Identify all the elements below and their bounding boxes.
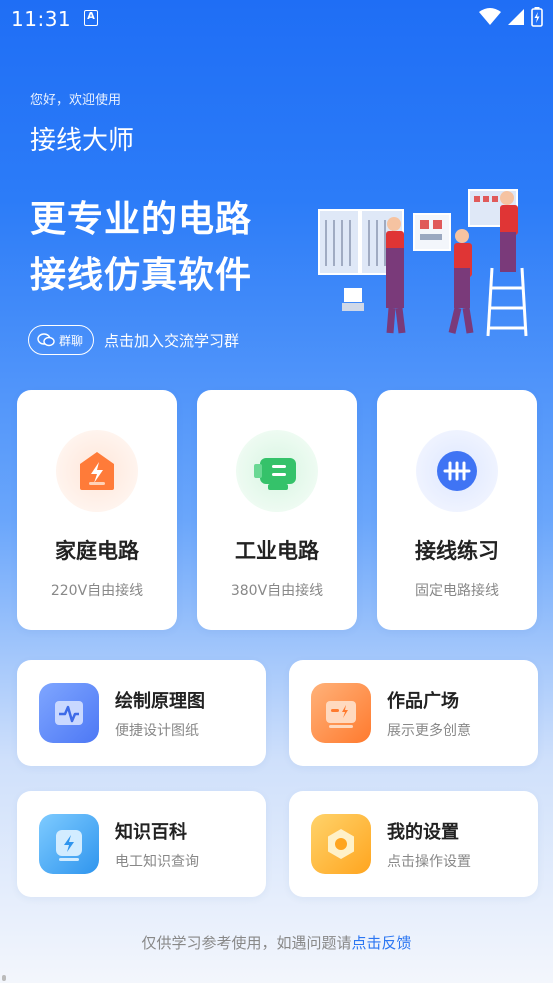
wiring-practice-icon-halo [416, 430, 498, 512]
group-chat-badge[interactable]: 群聊 [28, 325, 95, 355]
app-name: 接线大师 [30, 126, 135, 156]
card-title: 工业电路 [235, 539, 319, 563]
lightning-home-icon [80, 452, 114, 490]
card-subtitle: 便捷设计图纸 [115, 723, 199, 739]
notification-a-icon: A [84, 10, 98, 26]
status-time: 11:31 [11, 7, 72, 31]
card-subtitle: 220V自由接线 [50, 583, 144, 599]
terminal-block-icon [437, 451, 477, 491]
waveform-icon [55, 701, 83, 725]
settings-nut-icon [328, 829, 354, 859]
card-subtitle: 380V自由接线 [230, 583, 324, 599]
my-settings-icon-bg [311, 814, 371, 874]
greeting-text: 您好，欢迎使用 [30, 93, 122, 108]
wiring-practice-card[interactable]: 接线练习 固定电路接线 [377, 390, 537, 630]
battery-icon [531, 7, 543, 27]
card-title: 知识百科 [115, 822, 187, 843]
status-bar: 11:31 A [0, 0, 553, 38]
wifi-icon [479, 8, 501, 25]
card-title: 绘制原理图 [115, 691, 205, 712]
knowledge-card[interactable]: 知识百科 电工知识查询 [17, 791, 266, 897]
card-subtitle: 展示更多创意 [387, 723, 471, 739]
home-circuit-icon-halo [56, 430, 138, 512]
home-circuit-card[interactable]: 家庭电路 220V自由接线 [17, 390, 177, 630]
feedback-link[interactable]: 点击反馈 [352, 934, 412, 952]
motor-icon [254, 458, 296, 490]
signal-icon [508, 9, 524, 25]
industrial-circuit-card[interactable]: 工业电路 380V自由接线 [197, 390, 357, 630]
group-chat-text[interactable]: 点击加入交流学习群 [104, 330, 239, 351]
card-title: 接线练习 [415, 539, 499, 563]
headline: 更专业的电路 接线仿真软件 [30, 192, 252, 304]
card-subtitle: 固定电路接线 [415, 583, 499, 599]
group-badge-label: 群聊 [59, 333, 84, 348]
my-settings-card[interactable]: 我的设置 点击操作设置 [289, 791, 538, 897]
gallery-icon [326, 701, 356, 728]
draw-schematic-card[interactable]: 绘制原理图 便捷设计图纸 [17, 660, 266, 766]
card-subtitle: 电工知识查询 [115, 854, 199, 870]
industrial-circuit-icon-halo [236, 430, 318, 512]
card-title: 我的设置 [387, 822, 459, 843]
works-gallery-icon-bg [311, 683, 371, 743]
headline-line2: 接线仿真软件 [30, 255, 253, 296]
footer-text: 仅供学习参考使用，如遇问题请 [141, 934, 352, 952]
knowledge-icon-bg [39, 814, 99, 874]
nav-indicator [2, 975, 6, 981]
electricians-illustration [318, 189, 528, 337]
footer: 仅供学习参考使用，如遇问题请点击反馈 [0, 932, 553, 953]
headline-line1: 更专业的电路 [30, 199, 253, 240]
chat-bubbles-icon [37, 333, 55, 347]
card-title: 家庭电路 [55, 539, 139, 563]
knowledge-icon [56, 830, 82, 861]
draw-schematic-icon-bg [39, 683, 99, 743]
works-gallery-card[interactable]: 作品广场 展示更多创意 [289, 660, 538, 766]
card-subtitle: 点击操作设置 [387, 854, 471, 870]
card-title: 作品广场 [387, 691, 459, 712]
join-group-link[interactable]: 群聊 点击加入交流学习群 [28, 325, 239, 355]
status-icons [479, 7, 543, 27]
